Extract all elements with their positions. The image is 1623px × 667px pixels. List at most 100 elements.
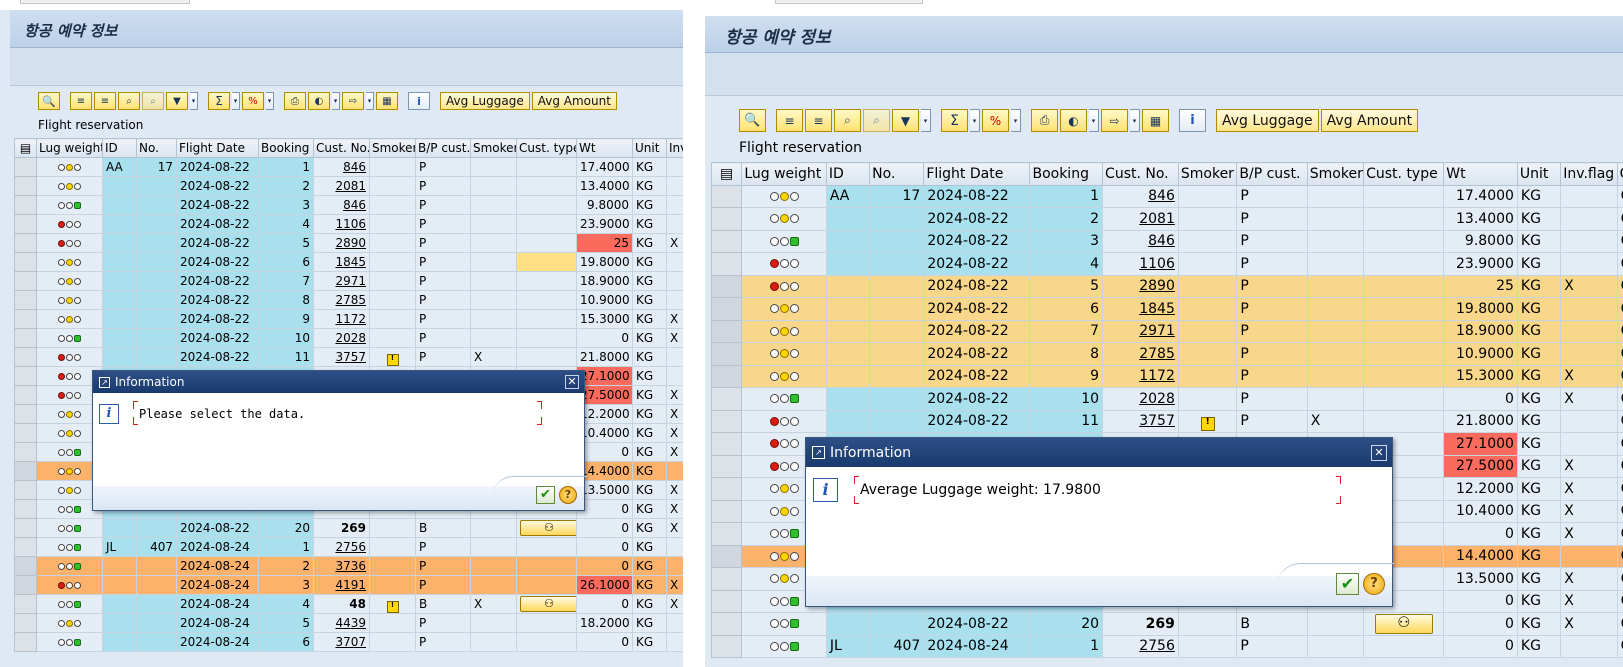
row-selector[interactable] xyxy=(14,157,37,177)
export-button[interactable]: ⇨ xyxy=(342,92,364,110)
views-button[interactable]: ◐ xyxy=(1060,109,1087,132)
column-header[interactable]: Smoker xyxy=(470,138,517,158)
cust-no-link[interactable]: 846 xyxy=(343,198,366,212)
row-selector[interactable] xyxy=(710,634,743,658)
cust-no-cell[interactable]: 1845 xyxy=(313,252,370,272)
cust-no-link[interactable]: 846 xyxy=(1148,233,1175,249)
close-icon[interactable]: ✕ xyxy=(565,375,579,389)
customer-icon-button[interactable]: ⚇ xyxy=(520,596,576,612)
cust-no-cell[interactable]: 2890 xyxy=(1102,274,1179,298)
row-selector[interactable] xyxy=(14,423,37,443)
cust-no-link[interactable]: 2971 xyxy=(1139,323,1175,339)
cust-no-link[interactable]: 846 xyxy=(1148,188,1175,204)
cust-no-cell[interactable]: 1106 xyxy=(313,214,370,234)
views-dropdown[interactable]: ▾ xyxy=(1089,109,1099,132)
cust-no-link[interactable]: 2081 xyxy=(335,179,366,193)
row-selector[interactable] xyxy=(14,328,37,348)
cust-no-cell[interactable]: 2890 xyxy=(313,233,370,253)
row-selector[interactable] xyxy=(14,214,37,234)
layout-button[interactable]: ▦ xyxy=(1142,109,1169,132)
cust-no-cell[interactable]: 846 xyxy=(1102,184,1179,208)
cust-no-link[interactable]: 269 xyxy=(341,521,366,535)
cust-no-link[interactable]: 4439 xyxy=(335,616,366,630)
cust-no-cell[interactable]: 2081 xyxy=(1102,207,1179,231)
cust-no-link[interactable]: 1172 xyxy=(1139,368,1175,384)
cust-no-link[interactable]: 48 xyxy=(349,597,366,611)
views-dropdown[interactable]: ▾ xyxy=(332,92,340,110)
cust-no-cell[interactable]: 1845 xyxy=(1102,297,1179,321)
column-header[interactable]: Smoker xyxy=(369,138,416,158)
column-header[interactable]: Clas xyxy=(1616,162,1623,186)
export-dropdown[interactable]: ▾ xyxy=(366,92,374,110)
row-selector[interactable] xyxy=(14,404,37,424)
column-header[interactable]: B/P cust. xyxy=(1236,162,1308,186)
total-button[interactable]: Σ xyxy=(208,92,230,110)
sort-desc-button[interactable]: ≡ xyxy=(94,92,116,110)
filter-button[interactable]: ▼ xyxy=(892,109,919,132)
row-selector[interactable] xyxy=(710,319,743,343)
print-button[interactable]: ⎙ xyxy=(1031,109,1058,132)
column-header[interactable]: No. xyxy=(136,138,177,158)
cust-no-link[interactable]: 269 xyxy=(1146,616,1175,632)
row-selector[interactable] xyxy=(710,229,743,253)
cust-no-link[interactable]: 846 xyxy=(343,160,366,174)
avg-amount-button[interactable]: Avg Amount xyxy=(531,92,617,110)
cust-no-link[interactable]: 1172 xyxy=(335,312,366,326)
cust-no-cell[interactable]: 4439 xyxy=(313,613,370,633)
cust-no-cell[interactable]: 2756 xyxy=(1102,634,1179,658)
cust-no-cell[interactable]: 4191 xyxy=(313,575,370,595)
cust-no-cell[interactable]: 2785 xyxy=(1102,342,1179,366)
find-button[interactable]: ⌕ xyxy=(118,92,140,110)
row-selector[interactable] xyxy=(14,271,37,291)
row-selector[interactable] xyxy=(14,575,37,595)
customer-icon-button[interactable]: ⚇ xyxy=(520,520,576,536)
total-dropdown[interactable]: ▾ xyxy=(970,109,980,132)
row-selector[interactable] xyxy=(14,632,37,652)
column-header[interactable]: Smoker xyxy=(1177,162,1238,186)
find-button[interactable]: ⌕ xyxy=(834,109,861,132)
column-header[interactable]: Cust. type xyxy=(516,138,577,158)
views-button[interactable]: ◐ xyxy=(308,92,330,110)
cust-no-link[interactable]: 3757 xyxy=(335,350,366,364)
row-selector[interactable] xyxy=(14,556,37,576)
cust-no-link[interactable]: 3707 xyxy=(335,635,366,649)
cust-no-cell[interactable]: 2971 xyxy=(1102,319,1179,343)
cust-no-link[interactable]: 2890 xyxy=(335,236,366,250)
row-selector[interactable] xyxy=(14,594,37,614)
export-button[interactable]: ⇨ xyxy=(1101,109,1128,132)
column-header[interactable]: ID xyxy=(102,138,137,158)
cust-no-link[interactable]: 1106 xyxy=(1139,256,1175,272)
row-selector[interactable] xyxy=(14,461,37,481)
row-selector[interactable] xyxy=(710,432,743,456)
row-selector[interactable] xyxy=(14,480,37,500)
row-selector[interactable] xyxy=(710,477,743,501)
column-header[interactable]: Wt xyxy=(1443,162,1518,186)
cust-no-cell[interactable]: 1172 xyxy=(313,309,370,329)
cust-no-link[interactable]: 3757 xyxy=(1139,413,1175,429)
subtotal-button[interactable]: % xyxy=(242,92,264,110)
row-selector[interactable] xyxy=(14,195,37,215)
cust-no-link[interactable]: 1845 xyxy=(335,255,366,269)
subtotal-dropdown[interactable]: ▾ xyxy=(266,92,274,110)
layout-select-icon[interactable]: ▤ xyxy=(14,138,37,158)
row-selector[interactable] xyxy=(710,252,743,276)
sort-asc-button[interactable]: ≡ xyxy=(70,92,92,110)
column-header[interactable]: Cust. No. xyxy=(313,138,370,158)
info-button[interactable]: i xyxy=(408,92,430,110)
cust-no-cell[interactable]: 2971 xyxy=(313,271,370,291)
column-header[interactable]: B/P cust. xyxy=(415,138,471,158)
help-button[interactable]: ? xyxy=(559,486,577,504)
cust-no-link[interactable]: 1845 xyxy=(1139,301,1175,317)
column-header[interactable]: Inv xyxy=(666,138,683,158)
row-selector[interactable] xyxy=(710,522,743,546)
cust-no-cell[interactable]: 2081 xyxy=(313,176,370,196)
avg-amount-button[interactable]: Avg Amount xyxy=(1320,109,1419,132)
cust-no-link[interactable]: 2971 xyxy=(335,274,366,288)
help-button[interactable]: ? xyxy=(1363,573,1385,595)
layout-button[interactable]: ▦ xyxy=(376,92,398,110)
row-selector[interactable] xyxy=(710,409,743,433)
filter-button[interactable]: ▼ xyxy=(166,92,188,110)
cust-no-cell[interactable]: 1172 xyxy=(1102,364,1179,388)
cust-no-link[interactable]: 2028 xyxy=(1139,391,1175,407)
total-button[interactable]: Σ xyxy=(941,109,968,132)
